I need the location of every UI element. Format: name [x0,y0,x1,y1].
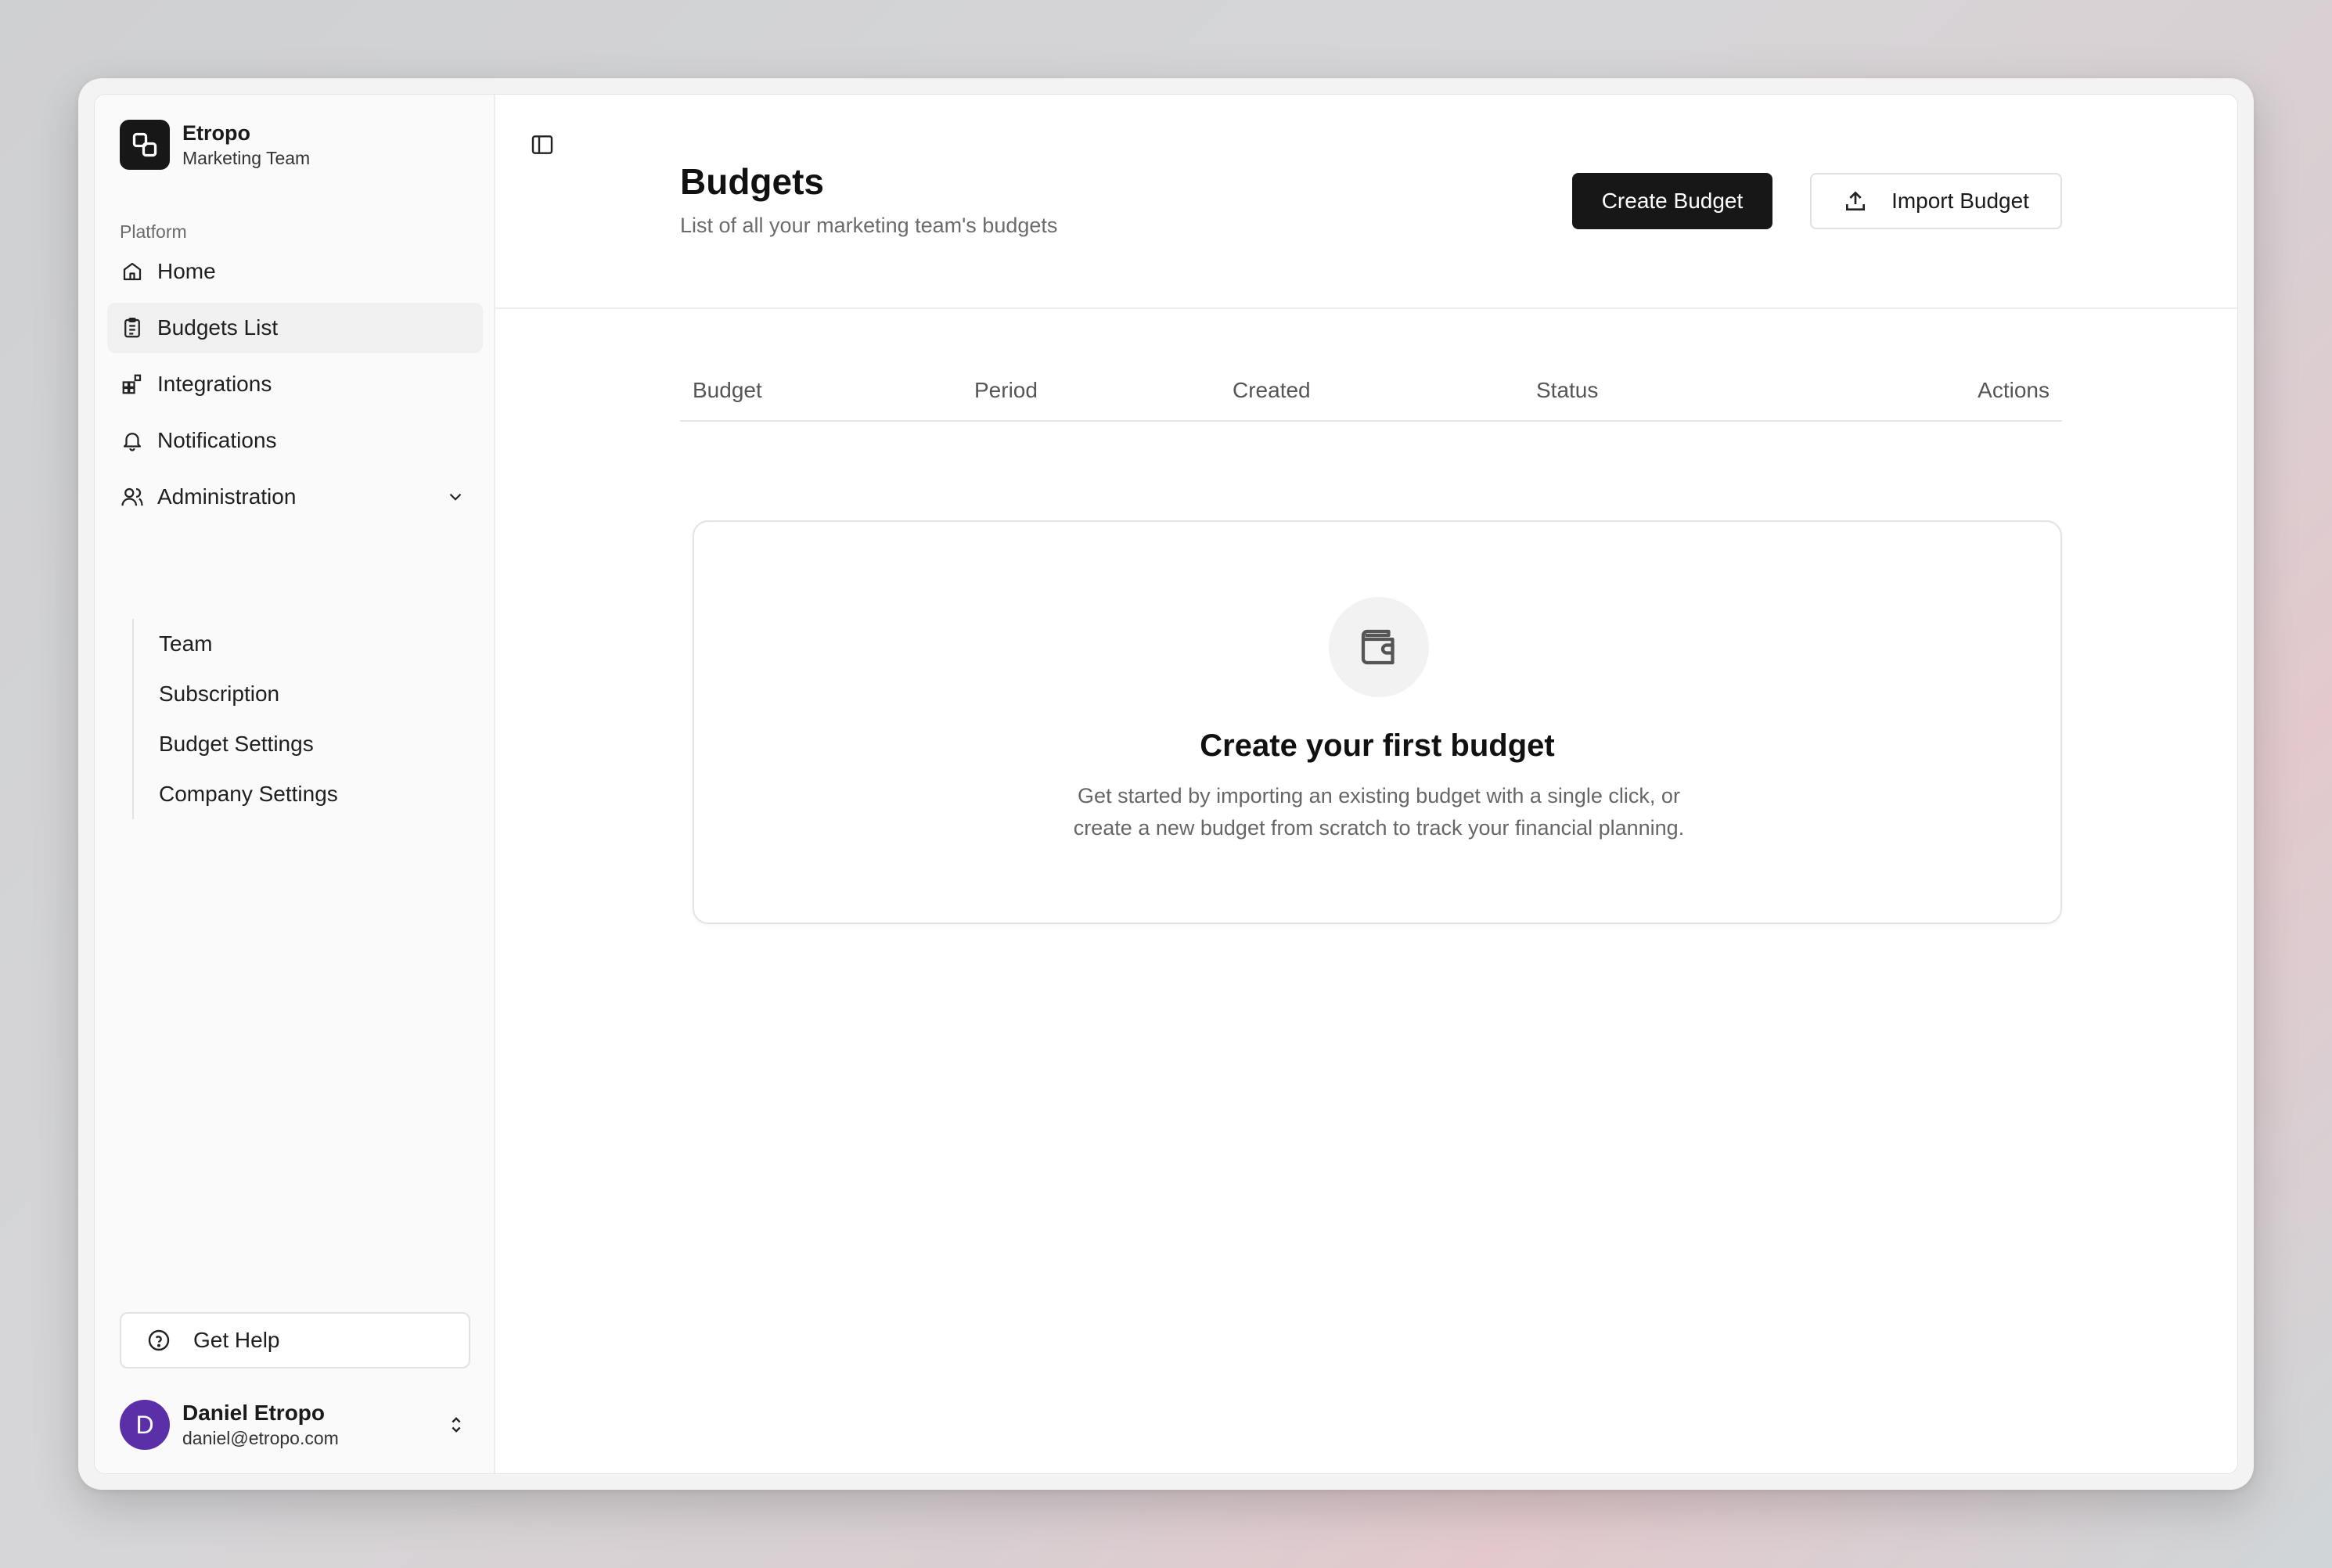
main-content: Budgets List of all your marketing team'… [495,95,2237,1473]
sidebar-item-label: Administration [157,484,297,509]
column-header-actions: Actions [1978,378,2049,402]
table-header: Budget Period Created Status Actions [680,370,2062,422]
section-label-platform: Platform [120,221,187,242]
help-circle-icon [146,1328,171,1353]
page-subtitle: List of all your marketing team's budget… [680,214,1058,237]
empty-state-title: Create your first budget [1200,728,1555,763]
import-budget-button[interactable]: Import Budget [1810,173,2062,229]
sidebar-subitem-subscription[interactable]: Subscription [159,669,338,719]
org-team: Marketing Team [182,148,311,168]
sidebar-nav: Home Budgets List Integrations Notificat… [107,246,483,528]
sidebar-item-label: Notifications [157,428,277,452]
user-name: Daniel Etropo [182,1401,326,1425]
sidebar: Etropo Marketing Team Platform Home Budg… [95,95,495,1473]
page-header: Budgets List of all your marketing team'… [495,95,2237,309]
column-header-status: Status [1536,378,1599,402]
sidebar-item-administration[interactable]: Administration [107,472,483,522]
sidebar-subitem-company-settings[interactable]: Company Settings [159,769,338,819]
bell-icon [120,428,145,453]
grid-icon [120,372,145,397]
import-budget-label: Import Budget [1891,189,2029,213]
get-help-button[interactable]: Get Help [120,1312,470,1368]
sidebar-item-notifications[interactable]: Notifications [107,415,483,466]
wallet-icon [1329,597,1429,697]
sidebar-item-integrations[interactable]: Integrations [107,359,483,409]
chevron-down-icon[interactable] [445,486,467,508]
get-help-label: Get Help [193,1328,280,1352]
clipboard-icon [120,315,145,340]
avatar: D [120,1400,170,1450]
user-menu[interactable]: D Daniel Etropo daniel@etropo.com [120,1397,470,1453]
org-name: Etropo [182,121,250,145]
app-window: Etropo Marketing Team Platform Home Budg… [94,94,2238,1474]
sidebar-item-budgets-list[interactable]: Budgets List [107,303,483,353]
home-icon [120,259,145,284]
empty-state-line-2: create a new budget from scratch to trac… [1073,816,1685,840]
chevrons-up-down-icon [445,1414,467,1436]
column-header-created: Created [1233,378,1311,402]
empty-state-card: Create your first budget Get started by … [693,520,2062,924]
sidebar-item-label: Budgets List [157,315,279,340]
sidebar-item-home[interactable]: Home [107,246,483,297]
column-header-period: Period [974,378,1038,402]
create-budget-button[interactable]: Create Budget [1572,173,1772,229]
users-icon [120,484,145,509]
page-title: Budgets [680,161,824,202]
org-switcher[interactable]: Etropo Marketing Team [120,120,310,170]
sidebar-item-label: Home [157,259,216,283]
sidebar-subitem-budget-settings[interactable]: Budget Settings [159,719,338,769]
sidebar-toggle-button[interactable] [527,129,558,160]
empty-state-line-1: Get started by importing an existing bud… [1078,784,1680,807]
upload-icon [1843,189,1868,214]
org-logo-icon [120,120,170,170]
column-header-budget: Budget [693,378,762,402]
empty-state-description: Get started by importing an existing bud… [1007,780,1751,844]
user-email: daniel@etropo.com [182,1428,339,1448]
panel-left-icon [531,135,553,154]
administration-subnav: Team Subscription Budget Settings Compan… [132,619,338,819]
sidebar-item-label: Integrations [157,372,272,396]
sidebar-subitem-team[interactable]: Team [159,619,338,669]
